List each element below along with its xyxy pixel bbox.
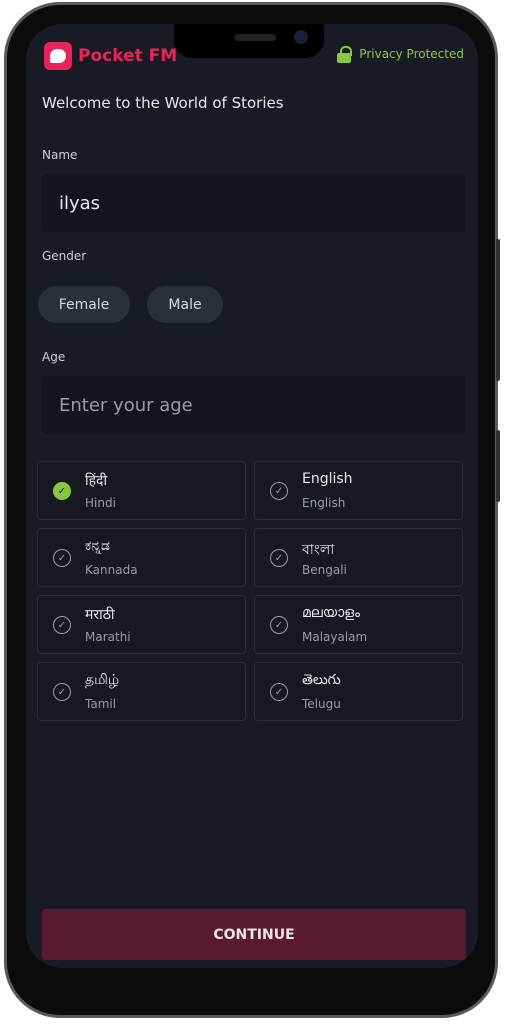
- check-circle-icon: ✓: [53, 683, 71, 701]
- language-english-name: Telugu: [302, 697, 341, 711]
- language-english-name: Bengali: [302, 563, 347, 577]
- check-circle-icon: ✓: [270, 482, 288, 500]
- language-english-name: Kannada: [85, 563, 138, 577]
- language-option-english[interactable]: ✓ English English: [254, 461, 463, 520]
- language-english-name: Malayalam: [302, 630, 368, 644]
- screen: Pocket FM Privacy Protected Welcome to t…: [26, 24, 478, 968]
- notch: [174, 24, 324, 58]
- app-name: Pocket FM: [78, 46, 178, 66]
- check-circle-icon: ✓: [53, 616, 71, 634]
- language-native-name: తెలుగు: [302, 672, 341, 688]
- language-english-name: Tamil: [85, 697, 117, 711]
- name-input[interactable]: ilyas: [42, 174, 466, 232]
- language-option-malayalam[interactable]: ✓ മലയാളം Malayalam: [254, 595, 463, 654]
- language-english-name: English: [302, 496, 346, 510]
- name-label: Name: [42, 148, 78, 162]
- check-circle-icon: ✓: [270, 616, 288, 634]
- check-circle-icon: ✓: [270, 549, 288, 567]
- age-input[interactable]: Enter your age: [42, 376, 466, 434]
- gender-label: Gender: [42, 249, 87, 263]
- gender-male-button[interactable]: Male: [147, 286, 223, 323]
- language-native-name: हिंदी: [85, 473, 108, 489]
- language-native-name: മലയാളം: [302, 605, 361, 621]
- language-english-name: Marathi: [85, 630, 131, 644]
- language-native-name: मराठी: [85, 607, 115, 623]
- language-english-name: Hindi: [85, 496, 116, 510]
- language-native-name: ಕನ್ನಡ: [85, 538, 110, 554]
- language-option-hindi[interactable]: ✓ हिंदी Hindi: [37, 461, 246, 520]
- lock-icon: [337, 46, 353, 63]
- language-option-bengali[interactable]: ✓ বাংলা Bengali: [254, 528, 463, 587]
- gender-female-button[interactable]: Female: [38, 286, 130, 323]
- check-circle-icon: ✓: [53, 549, 71, 567]
- page-title: Welcome to the World of Stories: [42, 94, 284, 112]
- camera: [294, 30, 308, 44]
- language-native-name: தமிழ்: [85, 672, 120, 688]
- app-logo: Pocket FM: [44, 42, 177, 70]
- power-button: [496, 430, 500, 502]
- language-native-name: বাংলা: [302, 542, 335, 558]
- volume-button: [496, 239, 500, 381]
- check-circle-icon: ✓: [270, 683, 288, 701]
- age-label: Age: [42, 350, 66, 364]
- check-circle-icon: ✓: [53, 482, 71, 500]
- continue-button[interactable]: CONTINUE: [42, 909, 466, 960]
- language-option-kannada[interactable]: ✓ ಕನ್ನಡ Kannada: [37, 528, 246, 587]
- language-option-marathi[interactable]: ✓ मराठी Marathi: [37, 595, 246, 654]
- language-option-tamil[interactable]: ✓ தமிழ் Tamil: [37, 662, 246, 721]
- privacy-badge: Privacy Protected: [337, 46, 464, 63]
- privacy-text: Privacy Protected: [359, 47, 464, 61]
- pocket-fm-logo-icon: [44, 42, 72, 70]
- language-native-name: English: [302, 471, 353, 487]
- language-option-telugu[interactable]: ✓ తెలుగు Telugu: [254, 662, 463, 721]
- speaker: [234, 34, 276, 41]
